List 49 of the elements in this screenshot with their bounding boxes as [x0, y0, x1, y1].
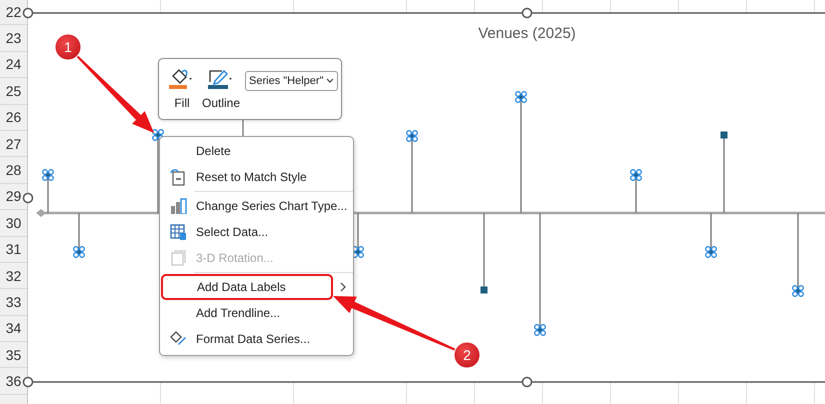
row-number[interactable]: 29 — [6, 188, 22, 204]
selected-data-point[interactable] — [42, 169, 54, 181]
callout-badge: 1 — [54, 34, 82, 60]
pen-icon — [208, 68, 234, 90]
selected-data-point[interactable] — [515, 91, 527, 103]
row-number[interactable]: 28 — [6, 162, 22, 178]
menu-item[interactable]: Delete — [160, 138, 353, 164]
menu-item[interactable]: Change Series Chart Type... — [160, 193, 353, 219]
row-number[interactable]: 31 — [6, 241, 22, 258]
menu-item[interactable]: Select Data... — [160, 219, 353, 245]
menu-item[interactable]: Reset to Match Style — [160, 164, 353, 190]
paintbrush-icon — [170, 331, 187, 347]
row-number[interactable]: 25 — [6, 82, 22, 99]
row-number[interactable]: 30 — [6, 214, 22, 231]
cube-icon — [170, 250, 186, 266]
row-number[interactable]: 23 — [6, 30, 22, 46]
row-number[interactable]: 34 — [6, 320, 22, 336]
row-number[interactable]: 27 — [6, 136, 22, 152]
row-number[interactable]: 35 — [6, 346, 22, 363]
chart-title: Venues (2025) — [478, 25, 576, 42]
selected-data-point[interactable] — [534, 324, 546, 336]
menu-item[interactable]: Add Trendline... — [160, 300, 353, 326]
bar-chart-icon — [170, 198, 187, 214]
selected-data-point[interactable] — [792, 285, 804, 297]
series-dropdown[interactable]: Series "Helper" — [245, 71, 338, 91]
outline-button[interactable]: Outline — [200, 68, 242, 110]
menu-item[interactable]: Add Data Labels — [161, 274, 333, 300]
selected-data-point[interactable] — [406, 130, 418, 142]
resize-handle[interactable] — [522, 8, 532, 18]
selected-data-point[interactable] — [630, 169, 642, 181]
callout-badge: 2 — [454, 342, 480, 368]
selected-data-point[interactable] — [73, 246, 85, 258]
chevron-down-icon — [326, 78, 334, 84]
row-number[interactable]: 36 — [6, 373, 22, 390]
resize-handle[interactable] — [22, 376, 34, 388]
row-number[interactable]: 24 — [6, 56, 22, 72]
resize-handle[interactable] — [22, 192, 34, 204]
row-number[interactable]: 26 — [6, 109, 22, 126]
table-icon — [170, 224, 187, 240]
reset-icon — [170, 168, 186, 186]
row-number[interactable]: 22 — [6, 4, 22, 20]
row-number[interactable]: 33 — [6, 294, 22, 310]
paint-bucket-icon — [169, 68, 195, 90]
row-number[interactable]: 32 — [6, 268, 22, 284]
selected-data-point[interactable] — [705, 246, 717, 258]
resize-handle[interactable] — [22, 8, 34, 18]
menu-item[interactable]: Format Data Series... — [160, 326, 353, 352]
resize-handle[interactable] — [522, 376, 532, 388]
fill-button[interactable]: Fill — [167, 68, 197, 110]
